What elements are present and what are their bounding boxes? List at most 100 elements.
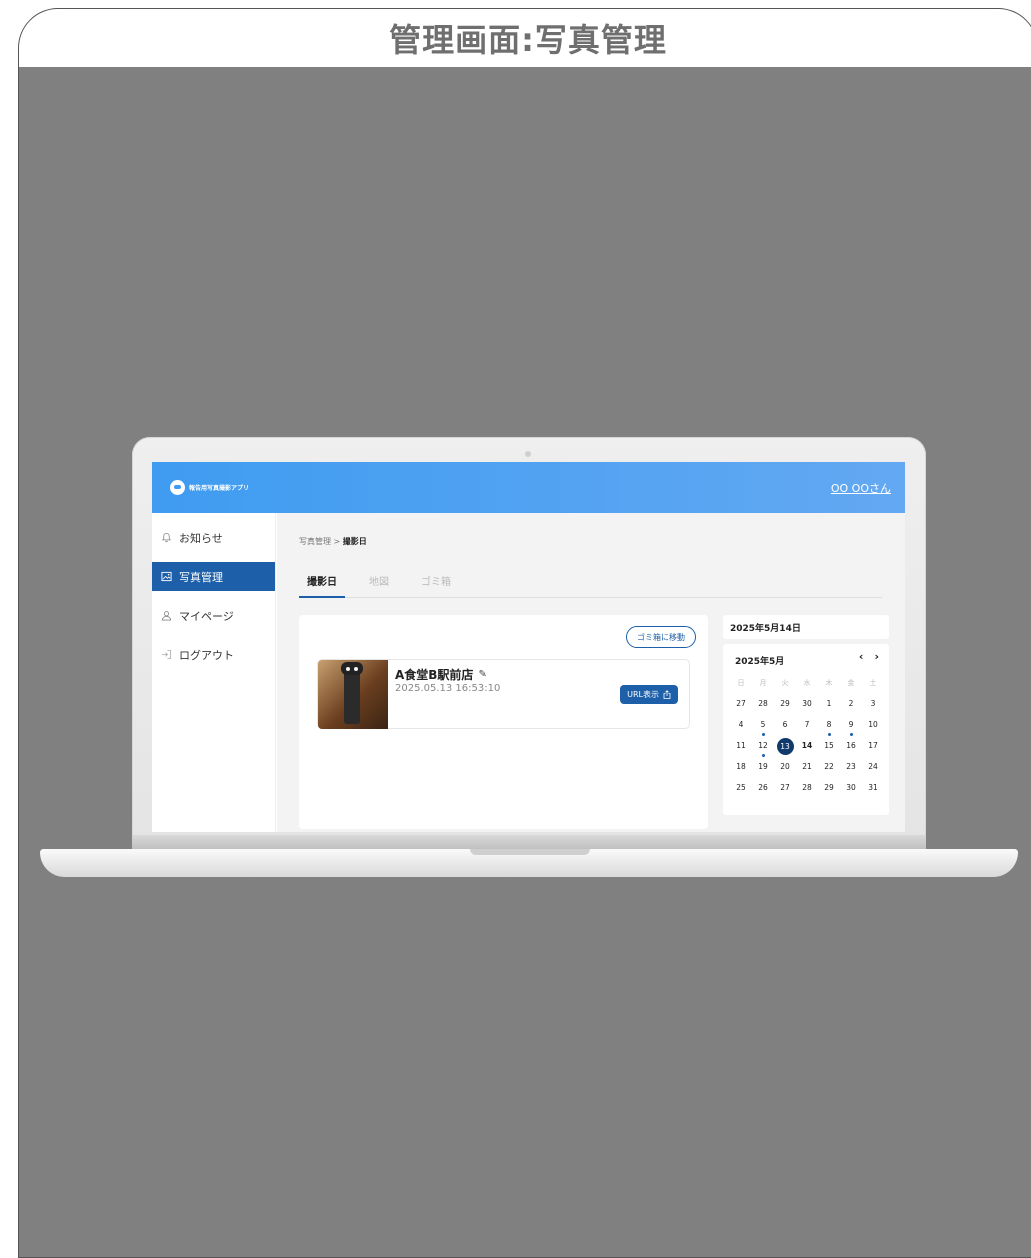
calendar-day[interactable]: 17 [862, 738, 884, 754]
user-menu-link[interactable]: OO OOさん [831, 480, 891, 496]
calendar-day[interactable]: 30 [840, 780, 862, 796]
sidebar-item-notifications[interactable]: お知らせ [152, 523, 275, 552]
calendar-day[interactable]: 10 [862, 717, 884, 733]
calendar-day[interactable]: 31 [862, 780, 884, 796]
calendar-day[interactable]: 25 [730, 780, 752, 796]
show-url-button[interactable]: URL表示 [620, 685, 678, 704]
calendar-week-row: 25 26 27 28 29 30 31 [730, 777, 884, 798]
sidebar-item-logout[interactable]: ログアウト [152, 640, 275, 669]
photo-title-row: A食堂B駅前店 ✎ [395, 666, 487, 683]
sidebar-item-label: お知らせ [179, 531, 223, 545]
photo-list-panel: ゴミ箱に移動 A食堂B駅前店 ✎ 2025.05.13 16:53:10 URL… [299, 615, 708, 829]
breadcrumb-parent[interactable]: 写真管理 [299, 537, 331, 546]
calendar-weekday-row: 日月火水木金土 [730, 672, 884, 693]
calendar-day[interactable]: 11 [730, 738, 752, 754]
move-to-trash-button[interactable]: ゴミ箱に移動 [626, 626, 696, 648]
calendar-week-row: 11 12 13 14 15 16 17 [730, 735, 884, 757]
mockup-stage: 報告用写真撮影アプリ OO OOさん お知らせ 写真管理 マイページ ログアウト… [19, 67, 1031, 1257]
sidebar-item-label: ログアウト [179, 648, 234, 662]
brand[interactable]: 報告用写真撮影アプリ [170, 480, 249, 495]
sidebar-item-photos[interactable]: 写真管理 [152, 562, 275, 591]
calendar-day[interactable]: 13 [774, 737, 796, 755]
calendar-day[interactable]: 4 [730, 717, 752, 733]
app-logo-icon [170, 480, 185, 495]
app-header: 報告用写真撮影アプリ OO OOさん [152, 462, 905, 513]
calendar-day[interactable]: 12 [752, 738, 774, 757]
calendar-day[interactable]: 21 [796, 759, 818, 775]
frame-title: 管理画面:写真管理 [389, 21, 667, 59]
calendar-day[interactable]: 16 [840, 738, 862, 754]
calendar-week-row: 4 5 6 7 8 9 10 [730, 714, 884, 736]
calendar-day[interactable]: 26 [752, 780, 774, 796]
calendar-day[interactable]: 27 [730, 696, 752, 712]
image-icon [160, 570, 173, 583]
sidebar: お知らせ 写真管理 マイページ ログアウト [152, 513, 276, 832]
sidebar-item-mypage[interactable]: マイページ [152, 601, 275, 630]
breadcrumb-separator: > [333, 537, 341, 546]
calendar-weekday: 木 [825, 678, 833, 687]
calendar-weekday: 金 [847, 678, 855, 687]
photo-title: A食堂B駅前店 [395, 668, 474, 682]
calendar-day[interactable]: 1 [818, 696, 840, 712]
calendar-grid: 日月火水木金土 27 28 29 30 1 2 3 4 5 6 7 8 9 10 11 12 13 14 15 16 17… [730, 672, 884, 798]
calendar-day[interactable]: 29 [774, 696, 796, 712]
calendar-weekday: 月 [759, 678, 767, 687]
photo-thumbnail[interactable] [318, 660, 388, 729]
calendar-week-row: 27 28 29 30 1 2 3 [730, 693, 884, 714]
calendar-day[interactable]: 27 [774, 780, 796, 796]
robot-head [341, 662, 363, 675]
calendar-weekday: 土 [869, 678, 877, 687]
calendar-day[interactable]: 18 [730, 759, 752, 775]
share-icon [663, 690, 671, 699]
selected-date-label: 2025年5月14日 [723, 615, 889, 639]
calendar-day[interactable]: 9 [840, 717, 862, 736]
laptop-base [40, 849, 1018, 877]
calendar-weekday: 日 [737, 678, 745, 687]
photo-timestamp: 2025.05.13 16:53:10 [395, 683, 501, 694]
bell-icon [160, 531, 173, 544]
calendar-day[interactable]: 23 [840, 759, 862, 775]
calendar-day[interactable]: 8 [818, 717, 840, 736]
pencil-icon[interactable]: ✎ [478, 669, 486, 680]
app-screen: 報告用写真撮影アプリ OO OOさん お知らせ 写真管理 マイページ ログアウト… [152, 462, 905, 832]
calendar-day[interactable]: 6 [774, 717, 796, 733]
calendar-day[interactable]: 19 [752, 759, 774, 775]
calendar-day[interactable]: 24 [862, 759, 884, 775]
photo-card[interactable]: A食堂B駅前店 ✎ 2025.05.13 16:53:10 URL表示 [317, 659, 690, 729]
robot-eye [354, 667, 358, 671]
app-name: 報告用写真撮影アプリ [189, 485, 250, 492]
tab-map[interactable]: 地図 [361, 568, 397, 598]
tab-shooting-date[interactable]: 撮影日 [299, 568, 345, 598]
laptop-notch [470, 849, 590, 855]
breadcrumb: 写真管理 > 撮影日 [299, 536, 367, 547]
calendar-nav: ‹ › [859, 650, 879, 663]
calendar-day[interactable]: 15 [818, 738, 840, 754]
calendar-week-row: 18 19 20 21 22 23 24 [730, 756, 884, 777]
calendar-day[interactable]: 29 [818, 780, 840, 796]
user-icon [160, 609, 173, 622]
tab-trash[interactable]: ゴミ箱 [413, 568, 459, 598]
show-url-label: URL表示 [627, 690, 659, 699]
calendar-day[interactable]: 30 [796, 696, 818, 712]
calendar-month: 2025年5月 [735, 657, 785, 667]
logout-icon [160, 648, 173, 661]
robot-eye [346, 667, 350, 671]
sidebar-item-label: 写真管理 [179, 570, 223, 584]
calendar-day[interactable]: 14 [796, 738, 818, 754]
calendar-day[interactable]: 28 [796, 780, 818, 796]
calendar-weekday: 水 [803, 678, 811, 687]
calendar-day[interactable]: 2 [840, 696, 862, 712]
calendar-day[interactable]: 20 [774, 759, 796, 775]
calendar-day[interactable]: 28 [752, 696, 774, 712]
mockup-frame: 管理画面:写真管理 報告用写真撮影アプリ OO OOさん お知らせ 写真管理 マ… [18, 8, 1031, 1258]
calendar-day[interactable]: 5 [752, 717, 774, 736]
calendar: 2025年5月 ‹ › 日月火水木金土 27 28 29 30 1 2 3 4 5 6 7 8 9 10 11… [723, 644, 889, 815]
calendar-day[interactable]: 22 [818, 759, 840, 775]
chevron-right-icon[interactable]: › [874, 650, 879, 663]
calendar-day[interactable]: 3 [862, 696, 884, 712]
camera-icon [525, 451, 531, 457]
sidebar-item-label: マイページ [179, 609, 234, 623]
calendar-day[interactable]: 7 [796, 717, 818, 733]
tab-bar: 撮影日 地図 ゴミ箱 [299, 568, 882, 598]
chevron-left-icon[interactable]: ‹ [859, 650, 864, 663]
